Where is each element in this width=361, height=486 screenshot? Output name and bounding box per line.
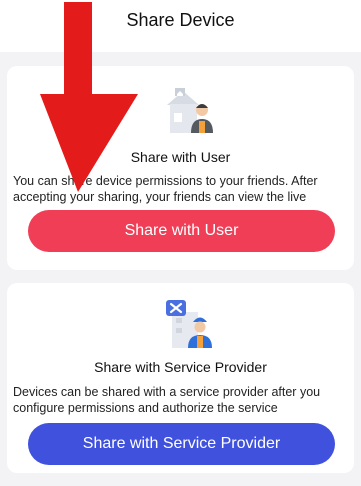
house-person-icon: [167, 88, 213, 133]
share-provider-description: Devices can be shared with a service pro…: [13, 385, 321, 415]
share-with-user-button[interactable]: Share with User: [28, 210, 335, 252]
service-worker-icon: [166, 300, 212, 348]
share-provider-title: Share with Service Provider: [94, 359, 267, 375]
red-down-arrow-icon: [40, 2, 138, 192]
share-with-service-provider-button[interactable]: Share with Service Provider: [28, 423, 335, 465]
share-with-service-provider-card: Share with Service Provider Devices can …: [7, 283, 354, 473]
